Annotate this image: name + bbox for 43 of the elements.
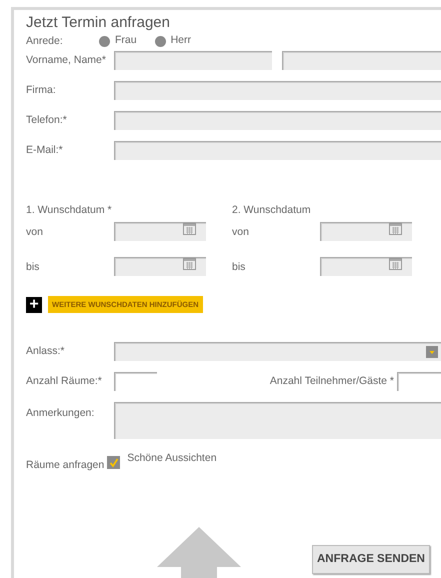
calendar-icon[interactable] [183,223,196,235]
field-label: von [26,226,44,238]
form-title: Jetzt Termin anfragen [26,15,171,30]
date-field[interactable] [320,222,412,241]
up-arrow-icon [157,527,241,578]
field-label: von [232,226,250,238]
field-label: Anlass:* [26,346,66,357]
date-field[interactable] [114,257,206,276]
add-icon[interactable]: + [26,296,42,312]
guests-field[interactable] [397,372,441,391]
field-label: Anmerkungen: [26,408,96,418]
occasion-dropdown[interactable] [114,342,441,361]
date-field[interactable] [320,257,412,276]
calendar-icon[interactable] [389,223,402,235]
field-label: Vorname, Name* [26,55,107,66]
date-field[interactable] [114,222,206,241]
submit-button[interactable]: ANFRAGE SENDEN [312,545,430,574]
text-field[interactable] [114,111,441,130]
radio-option[interactable]: Frau [99,33,137,49]
text-field[interactable] [114,141,441,160]
field-label: Firma: [26,85,57,96]
checkbox-label: Schöne Aussichten [127,453,217,464]
date-heading: 2. Wunschdatum [232,205,312,217]
field-label: bis [232,262,246,272]
text-field[interactable] [114,81,441,100]
radio-button[interactable] [99,36,110,46]
notes-field[interactable] [114,402,441,439]
first-name-field[interactable] [114,51,272,70]
last-name-field[interactable] [282,51,441,70]
check-icon [108,458,119,468]
field-label: Anrede: [26,36,64,46]
field-label: Anzahl Räume:* [26,376,103,387]
radio-button[interactable] [154,36,166,46]
field-label: Räume anfragen [26,460,104,470]
field-label: Anzahl Teilnehmer/Gäste * [270,376,394,387]
radio-option[interactable]: Herr [154,33,192,49]
field-label: Telefon:* [26,115,68,126]
date-heading: 1. Wunschdatum * [26,205,113,217]
field-label: E-Mail:* [26,145,64,156]
calendar-icon[interactable] [389,258,402,270]
calendar-icon[interactable] [183,258,196,270]
field-label: bis [26,262,40,272]
checkbox[interactable] [107,456,120,469]
